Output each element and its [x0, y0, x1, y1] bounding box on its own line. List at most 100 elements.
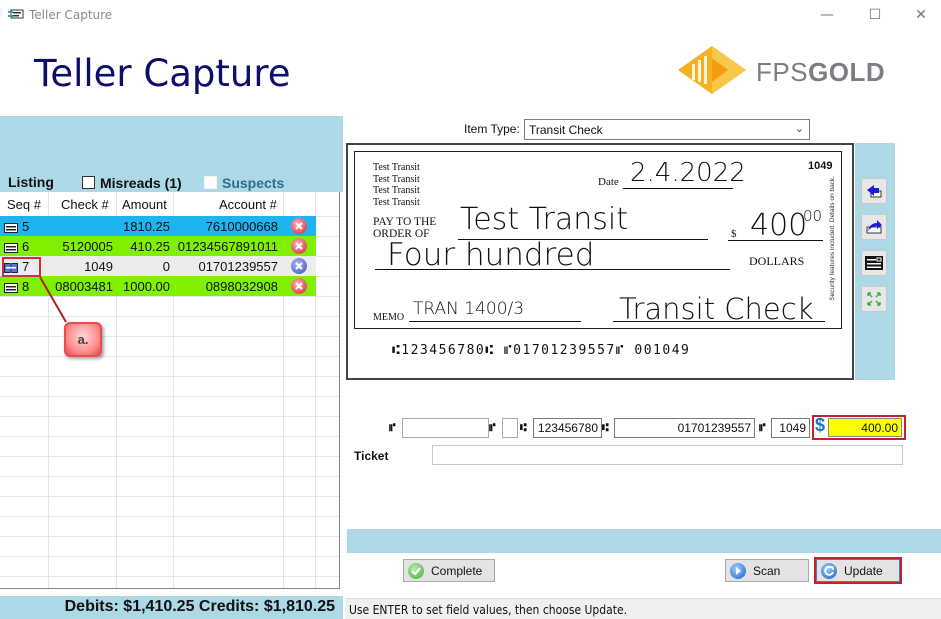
logo-mark-icon — [678, 46, 746, 94]
checkmark-icon — [408, 563, 424, 579]
grid-line — [0, 376, 339, 377]
account-cell: 7610000668 — [205, 219, 278, 234]
column-header-check[interactable]: Check # — [61, 197, 109, 212]
ticket-field[interactable] — [432, 445, 903, 465]
grid-line — [0, 396, 339, 397]
app-icon — [8, 9, 24, 19]
listing-grid[interactable]: Seq # Check # Amount Account # 5 1810.25 7… — [0, 192, 340, 589]
grid-line — [0, 576, 339, 577]
grid-line — [0, 316, 339, 317]
item-type-value: Transit Check — [529, 123, 603, 137]
item-type-label: Item Type: — [464, 122, 520, 136]
update-button[interactable]: Update — [816, 559, 900, 582]
flip-back-button[interactable] — [861, 214, 887, 240]
column-header-amount[interactable]: Amount — [122, 197, 167, 212]
date-value: 2.4.2022 — [630, 158, 746, 188]
delete-red-icon[interactable] — [291, 278, 307, 294]
amount-cell: 0 — [162, 259, 170, 274]
column-header-seq[interactable]: Seq # — [7, 197, 41, 212]
rotate-front-button[interactable] — [861, 178, 887, 204]
refresh-icon — [821, 563, 837, 579]
on-us-symbol-icon: ⑈ — [489, 421, 496, 434]
epc-field[interactable] — [502, 418, 518, 438]
routing-field[interactable]: 123456780 — [533, 418, 602, 438]
memo-value: TRAN 1400/3 — [413, 299, 525, 319]
account-field[interactable]: 01701239557 — [614, 418, 755, 438]
grid-line — [0, 296, 339, 297]
table-row[interactable]: 8 08003481 1000.00 0898032908 — [0, 276, 316, 296]
fpsgold-logo: FPSGOLD — [676, 44, 906, 96]
logo-text: FPSGOLD — [756, 57, 886, 87]
security-features-text: Security features included. Details on b… — [829, 176, 836, 301]
rotate-front-icon — [867, 185, 882, 198]
seq-cell: 5 — [22, 219, 30, 234]
minimize-button[interactable]: — — [812, 4, 842, 26]
status-text: Use ENTER to set field values, then choo… — [349, 603, 628, 617]
dollar-sign: $ — [731, 228, 737, 240]
grid-line — [0, 536, 339, 537]
item-type-dropdown[interactable]: Transit Check ⌄ — [524, 119, 810, 140]
serial-field[interactable]: 1049 — [771, 418, 810, 438]
on-us-symbol-icon: ⑈ — [759, 421, 766, 434]
date-label: Date — [598, 176, 619, 188]
account-cell: 01234567891011 — [177, 239, 278, 254]
dollar-icon: $ — [815, 415, 826, 435]
check-number: 1049 — [808, 160, 833, 172]
deposit-ticket-icon — [4, 241, 18, 253]
action-band — [347, 529, 941, 553]
on-us-symbol-icon: ⑈ — [389, 421, 396, 434]
table-row[interactable]: 7 1049 0 01701239557 — [0, 256, 316, 276]
seq-cell: 6 — [22, 239, 30, 254]
zoom-expand-button[interactable] — [861, 286, 887, 312]
grid-line — [0, 356, 339, 357]
aux-on-us-field[interactable] — [402, 418, 489, 438]
check-cell: 1049 — [84, 259, 113, 274]
view-micr-icon — [865, 256, 883, 270]
check-cell: 08003481 — [55, 279, 113, 294]
totals-text: Debits: $1,410.25 Credits: $1,810.25 — [64, 598, 335, 615]
dollars-label: DOLLARS — [749, 254, 805, 268]
grid-line — [0, 496, 339, 497]
listing-label: Listing — [8, 174, 54, 190]
delete-red-icon[interactable] — [291, 218, 307, 234]
account-cell: 0898032908 — [205, 279, 278, 294]
play-icon — [730, 563, 746, 579]
suspects-checkbox[interactable] — [204, 176, 217, 189]
amount-field[interactable]: 400.00 — [828, 418, 902, 437]
misreads-label[interactable]: Misreads (1) — [100, 175, 182, 191]
misreads-checkbox[interactable] — [82, 176, 95, 189]
amount-cell: 410.25 — [130, 239, 170, 254]
callout-badge: a. — [64, 322, 102, 357]
amount-cell: 1810.25 — [123, 219, 170, 234]
check-cell: 5120005 — [62, 239, 113, 254]
grid-line — [0, 416, 339, 417]
account-cell: 01701239557 — [198, 259, 278, 274]
written-amount: Four hundred — [387, 237, 595, 273]
table-row[interactable]: 6 5120005 410.25 01234567891011 — [0, 236, 316, 256]
window-title: Teller Capture — [29, 8, 113, 22]
view-micr-button[interactable] — [861, 250, 887, 276]
micr-line: ⑆123456780⑆ ⑈01701239557⑈ 001049 — [392, 343, 691, 358]
complete-button[interactable]: Complete — [403, 559, 495, 582]
grid-line — [0, 556, 339, 557]
column-header-account[interactable]: Account # — [219, 197, 277, 212]
maximize-button[interactable]: ☐ — [860, 4, 890, 26]
grid-line — [0, 336, 339, 337]
memo-label: MEMO — [373, 312, 405, 323]
grid-line — [0, 476, 339, 477]
grid-line — [0, 516, 339, 517]
suspects-label[interactable]: Suspects — [222, 175, 284, 191]
scan-button[interactable]: Scan — [725, 559, 809, 582]
check-address-block: Test Transit Test Transit Test Transit T… — [373, 162, 420, 208]
delete-blue-icon[interactable] — [291, 258, 307, 274]
payee-handwritten: Test Transit — [460, 202, 628, 237]
zoom-expand-icon — [867, 292, 881, 306]
seq-cell: 8 — [22, 279, 30, 294]
totals-bar: Debits: $1,410.25 Credits: $1,810.25 — [0, 596, 343, 619]
chevron-down-icon: ⌄ — [794, 123, 804, 135]
table-row[interactable]: 5 1810.25 7610000668 — [0, 216, 316, 236]
amount-cents: 00 — [803, 207, 823, 225]
window-titlebar: Teller Capture — ☐ ✕ — [0, 0, 941, 30]
delete-red-icon[interactable] — [291, 238, 307, 254]
close-button[interactable]: ✕ — [906, 4, 936, 26]
